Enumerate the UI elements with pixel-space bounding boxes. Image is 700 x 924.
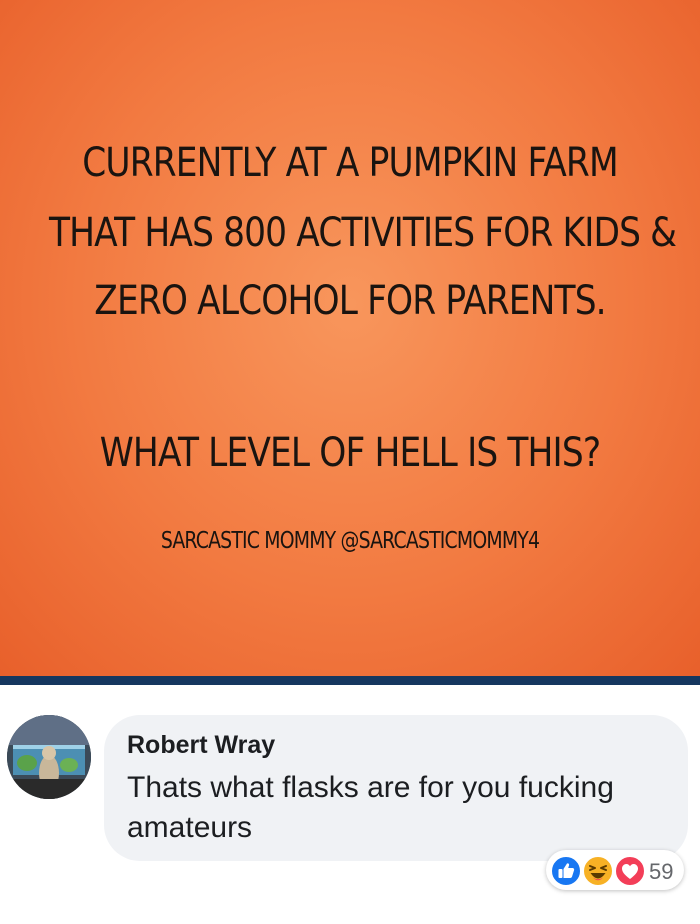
poster-line-3: ZERO ALCOHOL FOR PARENTS. — [94, 278, 606, 324]
haha-icon — [582, 855, 614, 887]
like-icon — [550, 855, 582, 887]
love-icon — [614, 855, 646, 887]
avatar-image — [7, 715, 91, 799]
poster-line-4: WHAT LEVEL OF HELL IS THIS? — [99, 430, 601, 476]
comment-text: Thats what flasks are for you fucking am… — [127, 771, 614, 844]
meme-poster: CURRENTLY AT A PUMPKIN FARM THAT HAS 800… — [0, 0, 700, 676]
divider-bar — [0, 676, 700, 685]
comment-author[interactable]: Robert Wray — [127, 731, 275, 760]
avatar[interactable] — [7, 715, 91, 799]
poster-line-2: THAT HAS 800 ACTIVITIES FOR KIDS & — [49, 210, 677, 256]
poster-line-1: CURRENTLY AT A PUMPKIN FARM — [82, 140, 618, 186]
poster-credit: SARCASTIC MOMMY @SARCASTICMOMMY4 — [160, 528, 540, 554]
reaction-count: 59 — [649, 859, 674, 884]
